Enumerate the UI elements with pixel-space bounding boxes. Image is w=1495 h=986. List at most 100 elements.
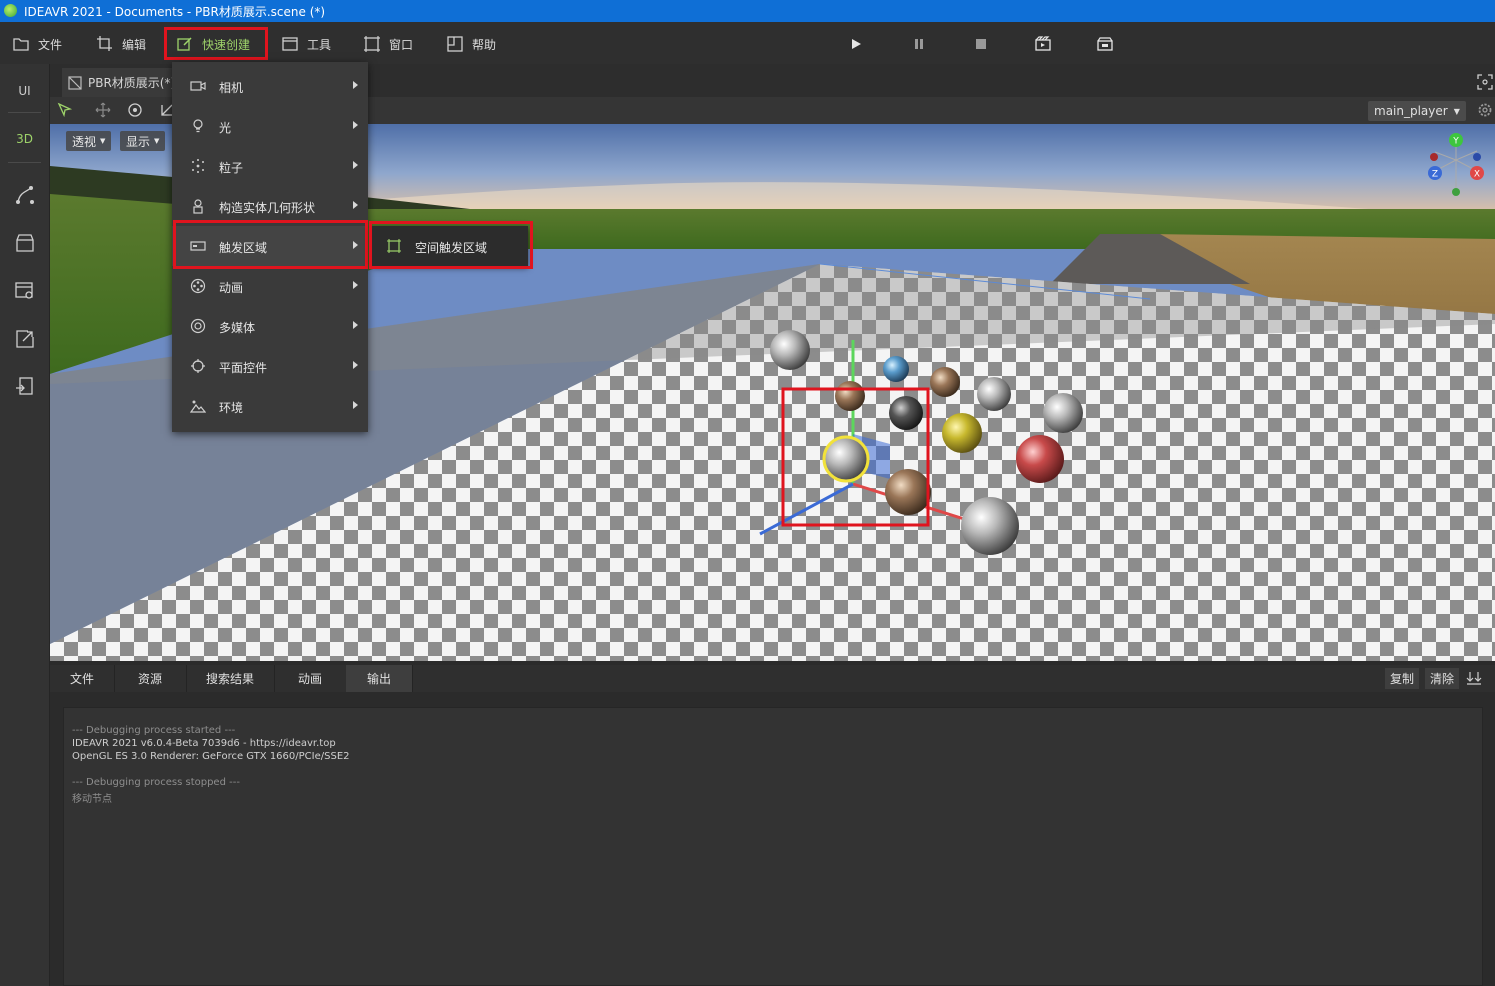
record-icon (1035, 36, 1051, 51)
player-select[interactable]: main_player ▼ (1368, 101, 1466, 121)
copy-button[interactable]: 复制 (1385, 668, 1420, 689)
menu-item-environment-label: 环境 (219, 401, 244, 415)
landscape-icon (190, 400, 206, 413)
menu-edit-label: 编辑 (122, 37, 147, 52)
tab-output[interactable]: 输出 (346, 665, 413, 692)
stop-button[interactable] (972, 35, 990, 53)
player-select-value: main_player (1374, 104, 1448, 118)
store-icon (15, 234, 34, 252)
download-icon[interactable] (1466, 670, 1482, 686)
stop-icon (976, 39, 986, 49)
select-tool-icon[interactable] (57, 102, 73, 118)
sidebar-item-ui[interactable]: UI (0, 84, 49, 98)
move-tool-icon[interactable] (95, 102, 111, 118)
window-title: IDEAVR 2021 - Documents - PBR材质展示.scene … (24, 5, 326, 19)
fullscreen-icon[interactable] (1477, 74, 1493, 90)
run-scene-button[interactable] (1034, 35, 1052, 53)
scene-icon (68, 75, 82, 90)
clear-label: 清除 (1430, 672, 1455, 686)
publish-icon (15, 377, 33, 395)
media-icon (190, 318, 206, 334)
menu-tools-label: 工具 (307, 37, 332, 52)
camera-icon (190, 81, 206, 91)
clapper-icon (1097, 37, 1113, 51)
menu-window-label: 窗口 (389, 37, 414, 52)
menu-item-csg-label: 构造实体几何形状 (219, 201, 316, 215)
sidebar-item-settings-window[interactable] (0, 280, 49, 302)
window-icon (282, 37, 298, 51)
sidebar-item-path[interactable] (0, 184, 49, 206)
sidebar-item-store[interactable] (0, 232, 49, 254)
tab-animation[interactable]: 动画 (274, 665, 347, 692)
menu-help[interactable]: 帮助 (446, 32, 496, 56)
widget-icon (191, 359, 205, 373)
chevron-right-icon (353, 401, 358, 409)
tab-files-label: 文件 (69, 672, 94, 686)
sidebar-item-3d-label: 3D (16, 132, 33, 146)
path-icon (15, 186, 34, 204)
chevron-down-icon: ▼ (154, 137, 160, 145)
rotate-tool-icon[interactable] (127, 102, 143, 118)
highlight-box-trigger (173, 220, 368, 269)
bottom-panel-tabs: 文件 资源 搜索结果 动画 输出 复制 清除 (50, 665, 1495, 692)
app-logo-icon (4, 4, 17, 17)
tab-assets-label: 资源 (137, 672, 162, 686)
sidebar-item-export[interactable] (0, 328, 49, 350)
console-line: --- Debugging process stopped --- (72, 777, 240, 788)
pause-button[interactable] (910, 35, 928, 53)
axis-gizmo[interactable]: Y X Z (1425, 130, 1491, 198)
axis-z-label: Z (1432, 170, 1438, 180)
menu-file[interactable]: 文件 (12, 32, 62, 56)
axis-y-label: Y (1452, 137, 1459, 147)
chevron-right-icon (353, 361, 358, 369)
menu-window[interactable]: 窗口 (363, 32, 413, 56)
chevron-right-icon (353, 161, 358, 169)
perspective-label: 透视 (72, 134, 97, 149)
menu-item-particle[interactable]: 粒子 (172, 146, 368, 186)
perspective-button[interactable]: 透视 ▼ (66, 131, 112, 151)
axis-x-label: X (1474, 170, 1480, 180)
menu-item-camera[interactable]: 相机 (172, 66, 368, 106)
play-button[interactable] (847, 35, 865, 53)
menu-tools[interactable]: 工具 (281, 32, 331, 56)
export-icon (15, 330, 34, 348)
menu-item-ui-widget[interactable]: 平面控件 (172, 346, 368, 386)
menu-item-ui-widget-label: 平面控件 (219, 361, 268, 375)
sidebar-item-publish[interactable] (0, 376, 49, 398)
chevron-down-icon: ▼ (100, 137, 106, 145)
tab-assets[interactable]: 资源 (114, 665, 187, 692)
divider (8, 112, 41, 113)
clear-button[interactable]: 清除 (1425, 668, 1460, 689)
chevron-right-icon (353, 201, 358, 209)
clapper-button[interactable] (1096, 35, 1114, 53)
menu-item-environment[interactable]: 环境 (172, 386, 368, 426)
sidebar-item-ui-label: UI (18, 84, 31, 98)
chevron-down-icon: ▼ (1453, 106, 1460, 116)
settings-window-icon (14, 282, 33, 299)
output-console[interactable]: --- Debugging process started --- IDEAVR… (63, 707, 1483, 986)
display-button[interactable]: 显示 ▼ (120, 131, 166, 151)
menu-file-label: 文件 (38, 37, 63, 52)
frame-icon (364, 36, 380, 52)
menu-item-camera-label: 相机 (219, 81, 244, 95)
highlight-box-menu (164, 27, 268, 60)
menu-item-light[interactable]: 光 (172, 106, 368, 146)
menu-edit[interactable]: 编辑 (96, 32, 146, 56)
chevron-right-icon (353, 81, 358, 89)
tab-search-results[interactable]: 搜索结果 (186, 665, 275, 692)
gear-icon[interactable] (1477, 102, 1493, 118)
chevron-right-icon (353, 121, 358, 129)
menu-item-animation[interactable]: 动画 (172, 266, 368, 306)
crop-icon (97, 36, 112, 51)
pause-icon (915, 39, 923, 49)
sidebar-item-3d[interactable]: 3D (0, 132, 49, 146)
film-reel-icon (190, 278, 206, 294)
tab-output-label: 输出 (366, 672, 391, 686)
menu-help-label: 帮助 (472, 37, 497, 52)
left-sidebar: UI 3D (0, 64, 50, 986)
console-line: 移动节点 (72, 794, 112, 805)
menu-item-media[interactable]: 多媒体 (172, 306, 368, 346)
tab-files[interactable]: 文件 (50, 665, 115, 692)
tab-scene-label: PBR材质展示(*) (88, 76, 176, 90)
console-line: IDEAVR 2021 v6.0.4-Beta 7039d6 - https:/… (72, 738, 336, 749)
